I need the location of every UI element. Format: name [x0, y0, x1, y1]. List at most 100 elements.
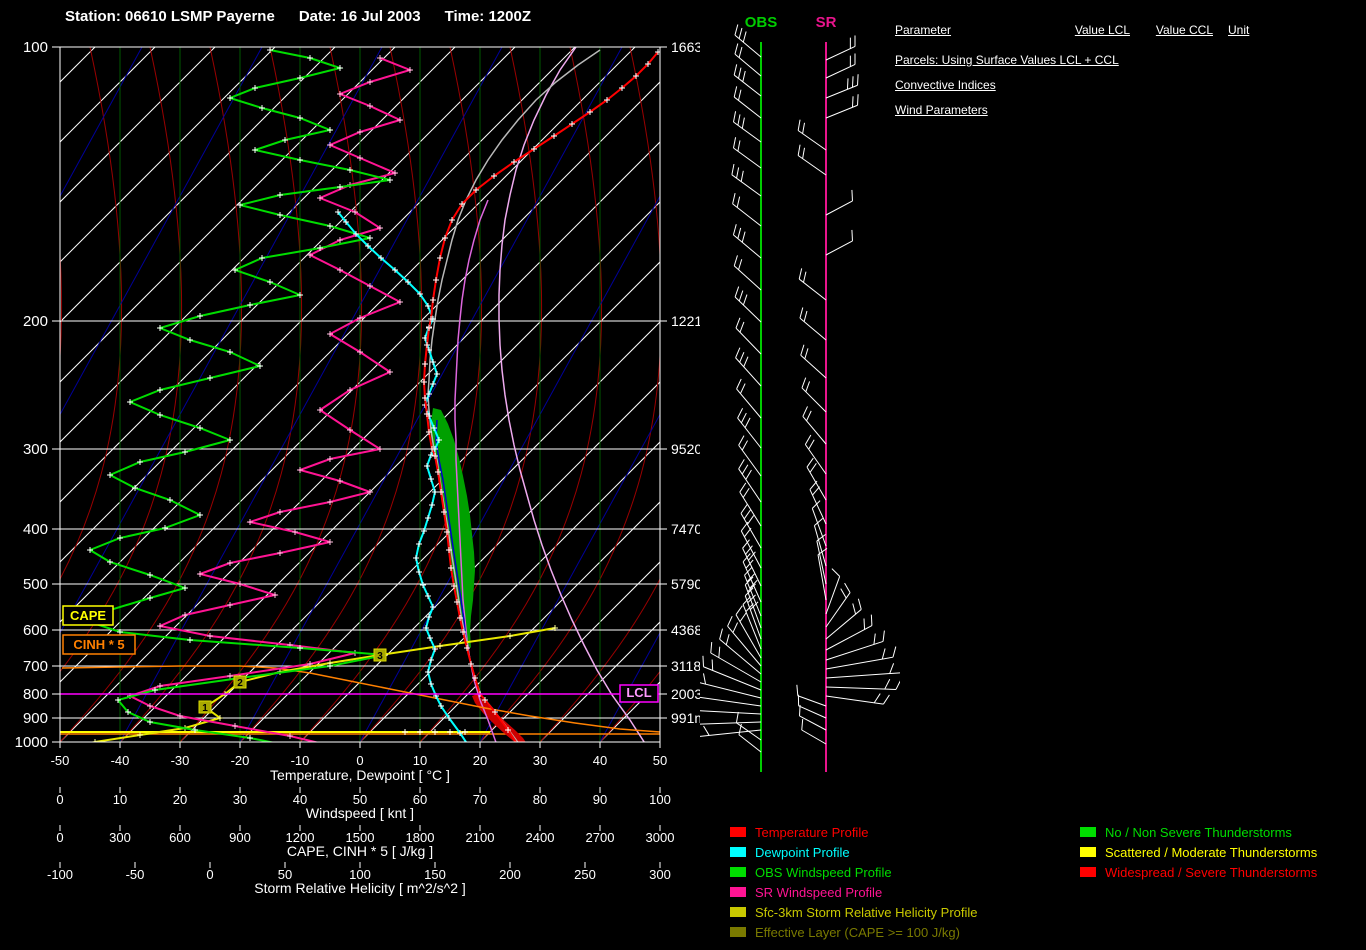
- pressure-label: 100: [23, 39, 48, 56]
- svg-text:1: 1: [202, 703, 208, 714]
- profile-legend-item: OBS Windspeed Profile: [730, 862, 978, 882]
- threat-legend-item: Scattered / Moderate Thunderstorms: [1080, 842, 1317, 862]
- legend-label: Scattered / Moderate Thunderstorms: [1105, 845, 1317, 860]
- section-title: Parcels: Using Surface Values LCL + CCL: [890, 46, 1366, 71]
- axis-tick-label: 2400: [526, 830, 555, 845]
- profile-legend-item: Effective Layer (CAPE >= 100 J/kg): [730, 922, 978, 942]
- pressure-label: 200: [23, 313, 48, 330]
- pressure-label: 300: [23, 441, 48, 458]
- isotherm-line: [0, 47, 395, 742]
- axis-tick-label: -10: [291, 753, 310, 768]
- dry-adiabat-line: [480, 47, 662, 742]
- table-body: Parcels: Using Surface Values LCL + CCLC…: [890, 46, 1366, 121]
- pressure-label: 900: [23, 710, 48, 727]
- violet-parcel-aux-2: [499, 47, 648, 748]
- axis-tick-label: 10: [113, 792, 127, 807]
- legend-swatch: [1080, 827, 1096, 837]
- legend-label: No / Non Severe Thunderstorms: [1105, 825, 1292, 840]
- wind-barb: [700, 696, 761, 706]
- axis-tick-label: 0: [356, 753, 363, 768]
- height-label: 2003m: [671, 686, 700, 702]
- threat-legend: No / Non Severe Thunderstorms Scattered /…: [1080, 822, 1317, 882]
- srh-profile: [62, 628, 555, 748]
- axis-tick-label: 100: [649, 792, 671, 807]
- axis-tick-label: 600: [169, 830, 191, 845]
- wind-barb: [798, 696, 826, 706]
- height-label: 3118m: [671, 658, 700, 674]
- axis-tick-label: 300: [109, 830, 131, 845]
- pressure-label: 1000: [15, 734, 48, 751]
- height-label: 7470m: [671, 521, 700, 537]
- sr-windspeed-profile: [130, 58, 410, 748]
- axis-tick-label: 300: [649, 867, 671, 882]
- axis-tick-label: 60: [413, 792, 427, 807]
- dry-adiabat-line: [0, 47, 2, 742]
- pressure-label: 700: [23, 658, 48, 675]
- height-label: 12210m: [671, 313, 700, 329]
- pressure-label: 500: [23, 576, 48, 593]
- axis-tick-label: 2700: [586, 830, 615, 845]
- legend-swatch: [730, 847, 746, 857]
- wind-barb: [826, 673, 900, 678]
- legend-label: Widespread / Severe Thunderstorms: [1105, 865, 1317, 880]
- axis-tick-label: 0: [56, 792, 63, 807]
- legend-swatch: [730, 927, 746, 937]
- wind-barb: [704, 667, 761, 690]
- wind-barb: [826, 696, 883, 704]
- isotherm-line: [120, 47, 700, 742]
- col-unit: Unit: [1228, 22, 1249, 38]
- threat-legend-item: Widespread / Severe Thunderstorms: [1080, 862, 1317, 882]
- legend-swatch: [730, 867, 746, 877]
- table-header-row: Parameter Value LCL Value CCL Unit: [890, 22, 1366, 46]
- legend-label: Dewpoint Profile: [755, 845, 850, 860]
- axis-tick-label: 10: [413, 753, 427, 768]
- axis-title: Storm Relative Helicity [ m^2/s^2 ]: [254, 880, 466, 896]
- legend-label: Temperature Profile: [755, 825, 868, 840]
- axis-tick-label: 0: [206, 867, 213, 882]
- axis-tick-label: 30: [233, 792, 247, 807]
- svg-text:2: 2: [237, 678, 243, 689]
- profile-legend-item: Temperature Profile: [730, 822, 978, 842]
- wind-barb: [826, 576, 840, 614]
- wind-barb: [700, 710, 761, 714]
- wind-barb: [799, 706, 826, 718]
- height-label: 16630m: [671, 39, 700, 55]
- axis-tick-label: 900: [229, 830, 251, 845]
- legend-label: OBS Windspeed Profile: [755, 865, 892, 880]
- svg-text:LCL: LCL: [626, 685, 651, 700]
- pressure-label: 400: [23, 521, 48, 538]
- col-value-lcl: Value LCL: [1008, 22, 1130, 38]
- legend-label: Effective Layer (CAPE >= 100 J/kg): [755, 925, 960, 940]
- height-label: 5790m: [671, 576, 700, 592]
- svg-text:CAPE: CAPE: [70, 608, 106, 623]
- dry-adiabat-line: [300, 47, 482, 742]
- profile-legend: Temperature Profile Dewpoint Profile OBS W…: [730, 822, 978, 942]
- wind-barb: [814, 526, 826, 566]
- col-parameter: Parameter: [895, 22, 951, 38]
- axis-tick-label: -20: [231, 753, 250, 768]
- axis-tick-label: -30: [171, 753, 190, 768]
- axis-tick-label: 30: [533, 753, 547, 768]
- legend-swatch: [1080, 867, 1096, 877]
- legend-label: Sfc-3km Storm Relative Helicity Profile: [755, 905, 978, 920]
- pressure-label: 800: [23, 686, 48, 703]
- dry-adiabat-line: [360, 47, 542, 742]
- dry-adiabat-line: [180, 47, 362, 742]
- wind-barb: [802, 730, 826, 744]
- legend-swatch: [730, 827, 746, 837]
- height-label: 9520m: [671, 441, 700, 457]
- height-label: 4368m: [671, 622, 700, 638]
- isotherm-line: [480, 47, 700, 742]
- wind-barb: [700, 722, 761, 725]
- pressure-label: 600: [23, 622, 48, 639]
- skewt-chart: 123CAPECINH * 5LCL1002003004005006007008…: [0, 0, 700, 950]
- wind-barb: [700, 682, 761, 698]
- wind-barb: [826, 201, 852, 215]
- wind-barb-columns: OBSSR: [700, 0, 900, 950]
- dry-adiabat-line: [420, 47, 602, 742]
- mixing-ratio-line: [0, 47, 22, 742]
- dry-adiabat-line: [240, 47, 422, 742]
- legend-label: SR Windspeed Profile: [755, 885, 882, 900]
- axis-tick-label: 2100: [466, 830, 495, 845]
- wind-barb: [800, 716, 826, 730]
